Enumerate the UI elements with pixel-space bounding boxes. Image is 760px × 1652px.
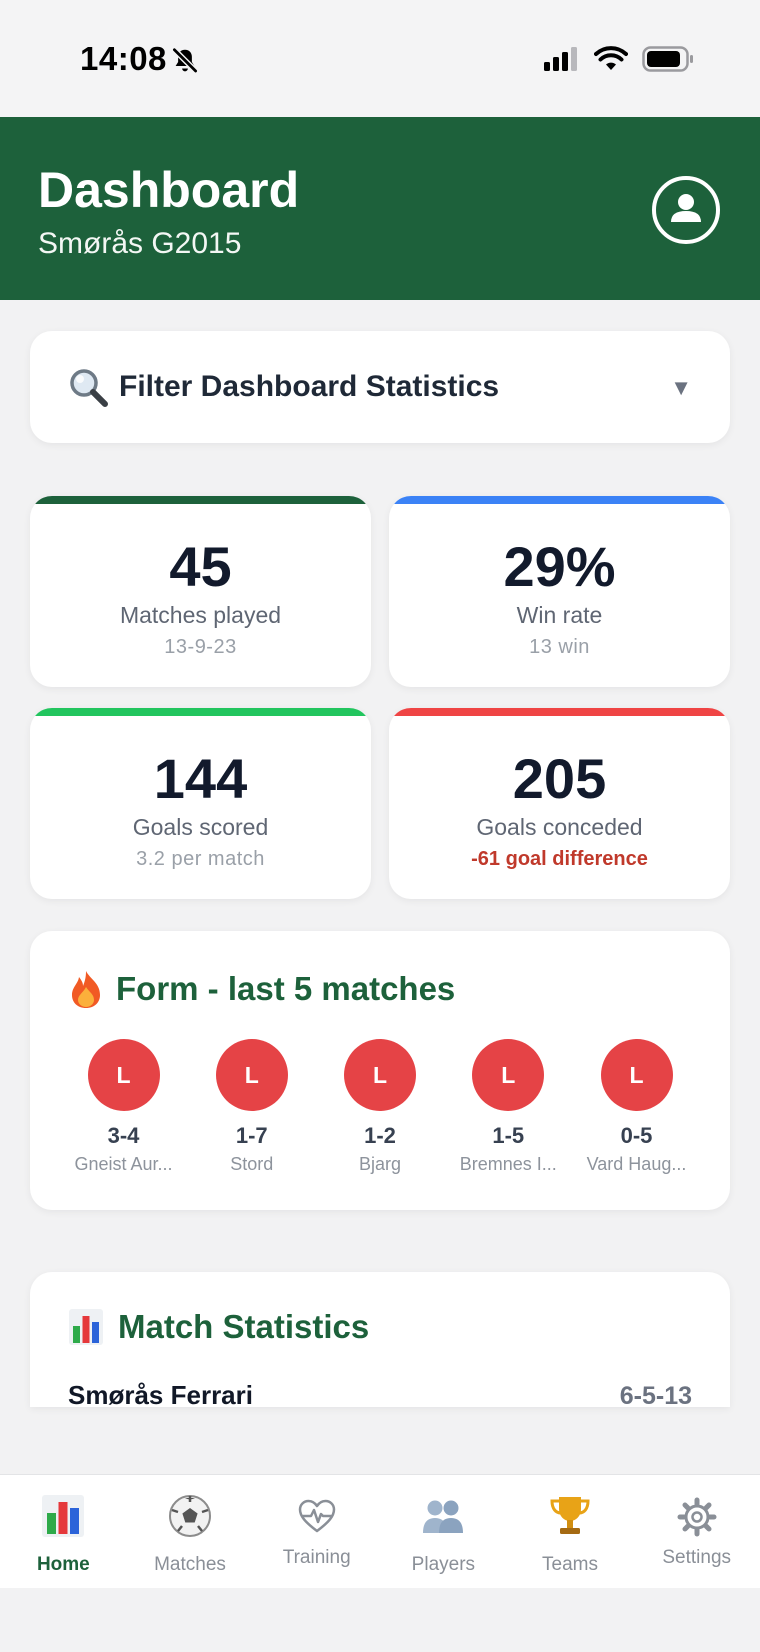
result-badge: L	[472, 1039, 545, 1111]
opponent-name: Bjarg	[358, 1154, 402, 1174]
team-row-name[interactable]: Smørås Ferrari	[68, 1380, 253, 1407]
stat-card-goals-scored: 144 Goals scored 3.2 per match	[30, 708, 371, 899]
stat-value: 29%	[503, 535, 616, 598]
form-header: Form - last 5 matches	[68, 969, 455, 1009]
stat-label: Goals conceded	[476, 814, 643, 840]
stat-card-goals-conceded: 205 Goals conceded -61 goal difference	[389, 708, 730, 899]
match-statistics-header: Match Statistics	[68, 1308, 369, 1346]
nav-label: Teams	[542, 1554, 598, 1575]
form-match[interactable]: L 1-7 Stord	[188, 1039, 315, 1175]
nav-label: Matches	[154, 1554, 226, 1575]
bottom-nav: Home Matches Training Players Teams Sett…	[0, 1474, 760, 1588]
app-header: Dashboard Smørås G2015	[0, 117, 760, 300]
stat-label: Win rate	[516, 602, 603, 628]
opponent-name: Gneist Aur...	[74, 1154, 173, 1174]
stat-label: Goals scored	[132, 814, 269, 840]
fire-icon	[72, 971, 100, 1008]
match-statistics-card: Match Statistics Smørås Ferrari 6-5-13	[30, 1272, 730, 1407]
form-match[interactable]: L 1-5 Bremnes I...	[445, 1039, 572, 1175]
match-score: 1-5	[492, 1123, 525, 1148]
cellular-signal-icon	[544, 47, 577, 71]
nav-home[interactable]: Home	[0, 1475, 127, 1588]
stat-value: 144	[153, 747, 248, 810]
nav-players[interactable]: Players	[380, 1475, 507, 1588]
stat-subtext: 13-9-23	[164, 636, 237, 658]
soccer-ball-icon	[169, 1495, 211, 1537]
bell-muted-icon	[172, 47, 198, 73]
form-match[interactable]: L 3-4 Gneist Aur...	[60, 1039, 187, 1175]
nav-teams[interactable]: Teams	[507, 1475, 634, 1588]
accent-bar	[30, 708, 371, 716]
match-score: 0-5	[620, 1123, 653, 1148]
form-title: Form - last 5 matches	[116, 970, 456, 1007]
magnifier-icon	[70, 369, 108, 407]
bar-chart-icon	[42, 1495, 85, 1537]
stat-card-win-rate: 29% Win rate 13 win	[389, 496, 730, 687]
stat-value: 205	[512, 747, 607, 810]
stat-label: Matches played	[119, 602, 282, 628]
match-score: 1-7	[235, 1123, 268, 1148]
trophy-icon	[550, 1497, 590, 1534]
accent-bar	[389, 496, 730, 504]
result-badge: L	[600, 1039, 673, 1111]
goal-difference: -61 goal difference	[471, 848, 648, 870]
team-row-record: 6-5-13	[619, 1382, 692, 1407]
opponent-name: Bremnes I...	[459, 1154, 557, 1174]
result-badge: L	[215, 1039, 288, 1111]
user-icon	[671, 194, 701, 222]
form-list: L 3-4 Gneist Aur... L 1-7 Stord L 1-2 Bj…	[60, 1039, 700, 1175]
match-score: 3-4	[107, 1123, 140, 1148]
accent-bar	[30, 496, 371, 504]
battery-icon	[642, 46, 693, 72]
nav-label: Players	[411, 1554, 476, 1575]
nav-training[interactable]: Training	[253, 1475, 380, 1588]
stat-subtext: 3.2 per match	[136, 848, 265, 870]
filter-label: Filter Dashboard Statistics	[119, 370, 500, 403]
match-score: 1-2	[364, 1123, 396, 1148]
profile-button[interactable]	[652, 176, 720, 244]
result-badge: L	[344, 1039, 416, 1111]
nav-matches[interactable]: Matches	[127, 1475, 254, 1588]
filter-dropdown[interactable]: Filter Dashboard Statistics ▼	[30, 331, 730, 443]
nav-label: Training	[282, 1547, 351, 1568]
opponent-name: Stord	[230, 1154, 274, 1174]
nav-label: Settings	[662, 1547, 732, 1568]
status-time: 14:08	[80, 40, 167, 77]
form-card: Form - last 5 matches L 3-4 Gneist Aur..…	[30, 931, 730, 1210]
result-badge: L	[87, 1039, 160, 1111]
nav-label: Home	[36, 1554, 90, 1575]
users-icon	[423, 1500, 464, 1533]
gear-icon	[677, 1497, 717, 1537]
opponent-name: Vard Haug...	[586, 1154, 687, 1174]
status-bar: 14:08	[0, 0, 760, 117]
wifi-icon	[594, 46, 628, 70]
bar-chart-icon	[69, 1309, 103, 1345]
team-name: Smørås G2015	[38, 227, 242, 260]
stat-card-matches: 45 Matches played 13-9-23	[30, 496, 371, 687]
chevron-down-icon: ▼	[670, 375, 692, 400]
stat-subtext: 13 win	[529, 636, 590, 658]
page-title: Dashboard	[38, 162, 300, 218]
match-statistics-title: Match Statistics	[118, 1308, 370, 1345]
accent-bar	[389, 708, 730, 716]
form-match[interactable]: L 1-2 Bjarg	[317, 1039, 444, 1175]
stat-value: 45	[169, 535, 232, 598]
form-match[interactable]: L 0-5 Vard Haug...	[573, 1039, 700, 1175]
nav-settings[interactable]: Settings	[633, 1475, 760, 1588]
heartbeat-icon	[298, 1499, 335, 1533]
